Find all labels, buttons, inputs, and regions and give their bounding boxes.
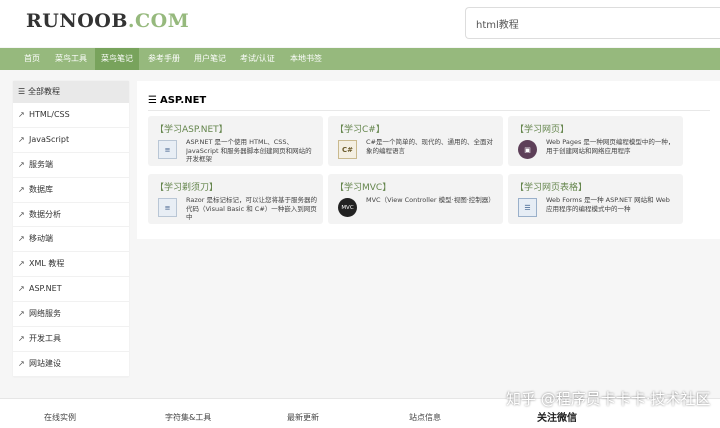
external-link-icon: ↗ bbox=[18, 309, 25, 319]
section-title: ☰ ASP.NET bbox=[148, 95, 206, 106]
course-card-csharp[interactable]: 【学习C#】 C# C#是一个简单的、现代的、通用的、全面对象的编程语言 bbox=[328, 116, 503, 166]
sidebar-item-aspnet[interactable]: ↗ ASP.NET bbox=[13, 277, 129, 303]
footer-site-info[interactable]: 站点信息 bbox=[409, 412, 441, 423]
zhihu-watermark: 知乎 @程序员卡卡卡·技术社区 bbox=[506, 390, 711, 408]
nav-item-notes[interactable]: 菜鸟笔记 bbox=[95, 48, 139, 70]
sidebar-item-html-css[interactable]: ↗ HTML/CSS bbox=[13, 103, 129, 128]
card-description: C#是一个简单的、现代的、通用的、全面对象的编程语言 bbox=[366, 138, 493, 155]
nav-item-reference[interactable]: 参考手册 bbox=[142, 48, 186, 70]
external-link-icon: ↗ bbox=[18, 184, 25, 194]
sidebar-item-data-analysis[interactable]: ↗ 数据分析 bbox=[13, 203, 129, 228]
card-description: ASP.NET 是一个使用 HTML、CSS、JavaScript 和服务器脚本… bbox=[186, 138, 312, 163]
card-description: Web Pages 是一种网页编程模型中的一种，用于创建网站和网络应用程序 bbox=[546, 138, 675, 155]
sidebar-item-label: ASP.NET bbox=[29, 284, 62, 294]
webforms-icon: ☰ bbox=[518, 198, 537, 217]
sidebar: ☰ 全部教程 ↗ HTML/CSS ↗ JavaScript ↗ 服务端 ↗ 数据库 ↗ 数… bbox=[13, 81, 129, 377]
card-title: 【学习网页】 bbox=[515, 125, 570, 135]
card-title: 【学习MVC】 bbox=[335, 183, 392, 193]
external-link-icon: ↗ bbox=[18, 159, 25, 169]
sidebar-item-website-building[interactable]: ↗ 网站建设 bbox=[13, 352, 129, 377]
search-input[interactable] bbox=[466, 8, 720, 38]
card-description: Razor 是标记标记，可以让您将基于服务器的代码（Visual Basic 和… bbox=[186, 196, 317, 221]
site-logo[interactable]: RUNOOB.COM bbox=[26, 10, 189, 32]
external-link-icon: ↗ bbox=[18, 334, 25, 344]
sidebar-heading-label: 全部教程 bbox=[28, 87, 60, 96]
external-link-icon: ↗ bbox=[18, 110, 25, 119]
footer-online-examples[interactable]: 在线实例 bbox=[44, 412, 76, 423]
section-title-text: ASP.NET bbox=[159, 95, 207, 106]
footer-follow-wechat: 关注微信 bbox=[537, 413, 577, 424]
document-icon: ≡ bbox=[158, 198, 177, 217]
card-title: 【学习ASP.NET】 bbox=[155, 125, 228, 135]
card-title: 【学习网页表格】 bbox=[515, 183, 588, 193]
nav-item-home[interactable]: 首页 bbox=[18, 48, 46, 70]
external-link-icon: ↗ bbox=[18, 209, 25, 219]
footer-latest-updates[interactable]: 最新更新 bbox=[287, 412, 319, 423]
sidebar-item-javascript[interactable]: ↗ JavaScript bbox=[13, 128, 129, 153]
external-link-icon: ↗ bbox=[18, 234, 25, 244]
main-nav: 首页 菜鸟工具 菜鸟笔记 参考手册 用户笔记 考试/认证 本地书签 bbox=[0, 48, 720, 70]
main-content: ☰ ASP.NET 【学习ASP.NET】 ≡ ASP.NET 是一个使用 HTM… bbox=[137, 81, 720, 239]
external-link-icon: ↗ bbox=[18, 358, 25, 368]
sidebar-item-dev-tools[interactable]: ↗ 开发工具 bbox=[13, 327, 129, 352]
card-description: Web Forms 是一种 ASP.NET 网站和 Web 应用程序的编程模式中… bbox=[546, 196, 670, 213]
card-title: 【学习剃须刀】 bbox=[155, 183, 219, 193]
sidebar-item-label: 开发工具 bbox=[29, 334, 61, 344]
nav-item-exam[interactable]: 考试/认证 bbox=[234, 48, 281, 70]
search-box bbox=[465, 7, 720, 39]
section-divider bbox=[148, 110, 710, 111]
csharp-icon: C# bbox=[338, 140, 357, 159]
sidebar-item-server[interactable]: ↗ 服务端 bbox=[13, 153, 129, 178]
document-icon: ≡ bbox=[158, 140, 177, 159]
course-card-webforms[interactable]: 【学习网页表格】 ☰ Web Forms 是一种 ASP.NET 网站和 Web… bbox=[508, 174, 683, 224]
sidebar-item-xml[interactable]: ↗ XML 教程 bbox=[13, 252, 129, 278]
course-card-aspnet[interactable]: 【学习ASP.NET】 ≡ ASP.NET 是一个使用 HTML、CSS、Jav… bbox=[148, 116, 323, 166]
sidebar-item-label: 数据分析 bbox=[29, 209, 61, 219]
nav-item-user-notes[interactable]: 用户笔记 bbox=[188, 48, 232, 70]
mvc-icon: MVC bbox=[338, 198, 357, 217]
nav-item-bookmarks[interactable]: 本地书签 bbox=[284, 48, 328, 70]
external-link-icon: ↗ bbox=[18, 134, 25, 144]
logo-tld: COM bbox=[135, 10, 190, 32]
external-link-icon: ↗ bbox=[18, 284, 25, 294]
sidebar-item-label: XML 教程 bbox=[29, 259, 65, 269]
logo-main: RUNOOB bbox=[26, 10, 128, 32]
list-icon: ☰ bbox=[148, 95, 157, 106]
sidebar-item-label: 服务端 bbox=[29, 159, 53, 169]
sidebar-item-label: HTML/CSS bbox=[29, 110, 70, 119]
sidebar-item-label: 网站建设 bbox=[29, 358, 61, 368]
course-card-razor[interactable]: 【学习剃须刀】 ≡ Razor 是标记标记，可以让您将基于服务器的代码（Visu… bbox=[148, 174, 323, 224]
sidebar-item-label: 数据库 bbox=[29, 184, 53, 194]
nav-item-tools[interactable]: 菜鸟工具 bbox=[49, 48, 93, 70]
sidebar-item-label: JavaScript bbox=[29, 134, 70, 144]
sidebar-item-label: 移动端 bbox=[29, 234, 53, 244]
course-card-mvc[interactable]: 【学习MVC】 MVC MVC（View Controller 模型·视图·控制… bbox=[328, 174, 503, 224]
sidebar-heading[interactable]: ☰ 全部教程 bbox=[13, 81, 129, 103]
course-card-webpages[interactable]: 【学习网页】 ▣ Web Pages 是一种网页编程模型中的一种，用于创建网站和… bbox=[508, 116, 683, 166]
list-icon: ☰ bbox=[18, 87, 26, 96]
webpages-icon: ▣ bbox=[518, 140, 537, 159]
footer-charset-tools[interactable]: 字符集&工具 bbox=[165, 412, 211, 423]
card-description: MVC（View Controller 模型·视图·控制器） bbox=[366, 196, 495, 204]
sidebar-item-mobile[interactable]: ↗ 移动端 bbox=[13, 227, 129, 253]
external-link-icon: ↗ bbox=[18, 259, 25, 269]
sidebar-item-web-services[interactable]: ↗ 网络服务 bbox=[13, 302, 129, 328]
card-title: 【学习C#】 bbox=[335, 125, 385, 135]
site-header: RUNOOB.COM bbox=[0, 0, 720, 47]
sidebar-item-label: 网络服务 bbox=[29, 309, 61, 319]
sidebar-item-database[interactable]: ↗ 数据库 bbox=[13, 178, 129, 203]
logo-dot: . bbox=[127, 10, 136, 32]
